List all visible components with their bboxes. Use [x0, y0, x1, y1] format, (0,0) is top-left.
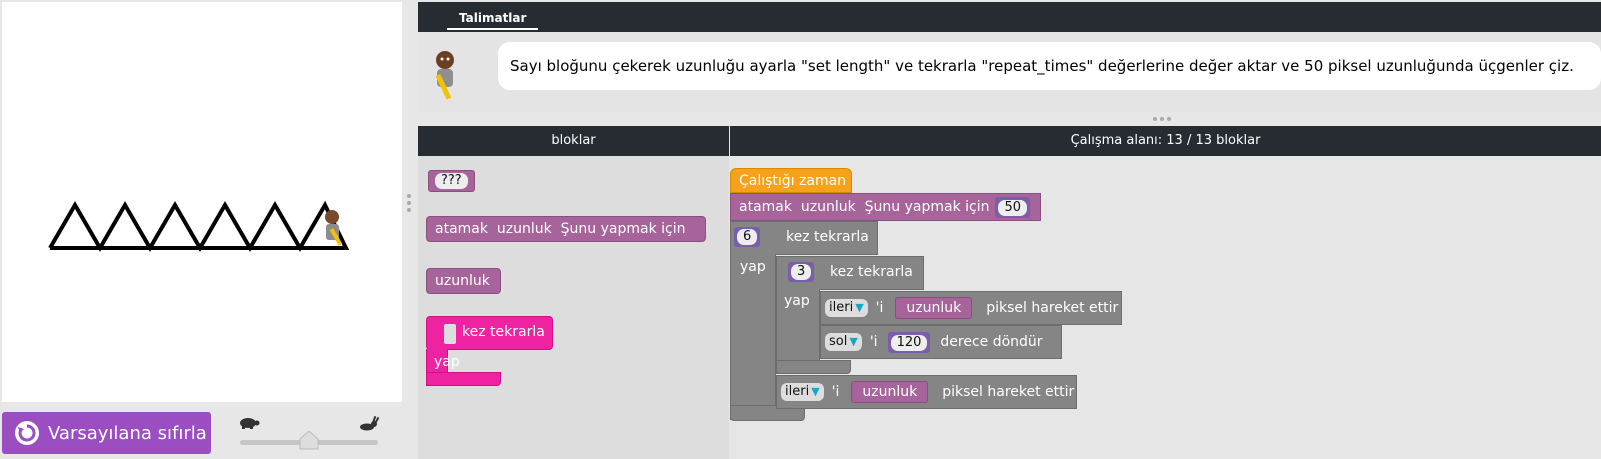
- apos-label: 'i: [831, 384, 840, 400]
- inner-repeat-label: kez tekrarla: [830, 264, 913, 280]
- outer-times-slot[interactable]: 6: [734, 227, 761, 247]
- set-variable-block[interactable]: atamak uzunluk Şunu yapmak için: [426, 216, 707, 242]
- dropdown-arrow-icon: ▼: [811, 385, 820, 398]
- artist-avatar: [325, 210, 343, 246]
- turn-label: derece döndür: [940, 334, 1043, 350]
- set-suffix: Şunu yapmak için: [864, 199, 990, 215]
- instructions-header: Talimatlar: [418, 2, 1601, 32]
- repeat-do-label: yap: [434, 354, 460, 370]
- app-root: Varsayılana sıfırla Talimatlar Sayı bloğ…: [0, 0, 1601, 459]
- repeat-block[interactable]: kez tekrarla yap: [426, 316, 553, 386]
- dropdown-arrow-icon: ▼: [855, 301, 864, 314]
- instructions-resize-handle[interactable]: [1153, 117, 1173, 121]
- inner-do-label: yap: [784, 293, 810, 309]
- when-run-label: Çalıştığı zaman: [739, 172, 847, 189]
- direction-value: ileri: [785, 384, 810, 399]
- move-forward-block-2[interactable]: ileri ▼ 'i uzunluk piksel hareket ettir: [776, 375, 1077, 409]
- move-label: piksel hareket ettir: [942, 384, 1075, 400]
- inner-times-value: 3: [791, 264, 812, 280]
- reset-button-label: Varsayılana sıfırla: [48, 422, 207, 444]
- toolbox: ??? atamak uzunluk Şunu yapmak için uzun…: [418, 156, 729, 459]
- direction-value: ileri: [829, 300, 854, 315]
- workspace-header: Çalışma alanı: 13 / 13 bloklar: [730, 126, 1601, 156]
- set-prefix: atamak: [739, 199, 792, 215]
- instruction-bubble: Sayı bloğunu çekerek uzunluğu ayarla "se…: [498, 42, 1601, 90]
- turn-left-block[interactable]: sol ▼ 'i 120 derece döndür: [820, 325, 1062, 359]
- when-run-block[interactable]: Çalıştığı zaman: [730, 168, 852, 193]
- tab-instructions[interactable]: Talimatlar: [447, 6, 539, 30]
- length-var-slot[interactable]: uzunluk: [851, 381, 929, 403]
- speed-thumb[interactable]: [299, 430, 319, 450]
- turn-dir-value: sol: [829, 334, 848, 349]
- reset-button[interactable]: Varsayılana sıfırla: [2, 412, 211, 454]
- outer-times-value: 6: [737, 229, 758, 245]
- set-var: uzunluk: [800, 199, 856, 215]
- set-length-block[interactable]: atamak uzunluk Şunu yapmak için 50: [730, 193, 1041, 221]
- panel-resize-handle[interactable]: [407, 194, 411, 214]
- outer-repeat-label: kez tekrarla: [786, 229, 869, 245]
- toolbox-header: bloklar: [418, 126, 729, 156]
- variable-getter-block[interactable]: uzunluk: [426, 268, 501, 294]
- direction-dropdown[interactable]: ileri ▼: [781, 383, 824, 401]
- unknown-variable-block[interactable]: ???: [428, 170, 475, 192]
- set-prefix: atamak: [435, 221, 488, 237]
- move-forward-block[interactable]: ileri ▼ 'i uzunluk piksel hareket ettir: [820, 291, 1122, 325]
- workspace: Çalıştığı zaman atamak uzunluk Şunu yapm…: [730, 156, 1601, 459]
- reset-icon: [15, 421, 39, 445]
- character-avatar: [435, 51, 454, 100]
- inner-times-slot[interactable]: 3: [788, 262, 815, 282]
- outer-do-label: yap: [740, 259, 766, 275]
- turn-dropdown[interactable]: sol ▼: [825, 333, 862, 351]
- unknown-value: ???: [435, 173, 468, 189]
- rabbit-icon: [360, 416, 380, 431]
- repeat-label: kez tekrarla: [462, 324, 545, 340]
- apos-label: 'i: [869, 334, 878, 350]
- dropdown-arrow-icon: ▼: [849, 335, 858, 348]
- angle-slot[interactable]: 120: [887, 331, 931, 353]
- direction-dropdown[interactable]: ileri ▼: [825, 299, 868, 317]
- move-label: piksel hareket ettir: [986, 300, 1119, 316]
- apos-label: 'i: [875, 300, 884, 316]
- angle-value: 120: [890, 334, 928, 351]
- instructions-panel: Sayı bloğunu çekerek uzunluğu ayarla "se…: [418, 32, 1601, 112]
- speed-slider[interactable]: [238, 416, 380, 456]
- triangles-drawing: [48, 200, 350, 252]
- turtle-icon: [240, 418, 260, 429]
- length-value: 50: [998, 199, 1028, 216]
- set-suffix: Şunu yapmak için: [560, 221, 686, 237]
- drawing-canvas: [2, 2, 402, 402]
- set-var: uzunluk: [496, 221, 552, 237]
- var-label: uzunluk: [435, 273, 490, 289]
- length-var-slot[interactable]: uzunluk: [895, 297, 973, 319]
- length-value-slot[interactable]: 50: [995, 196, 1031, 218]
